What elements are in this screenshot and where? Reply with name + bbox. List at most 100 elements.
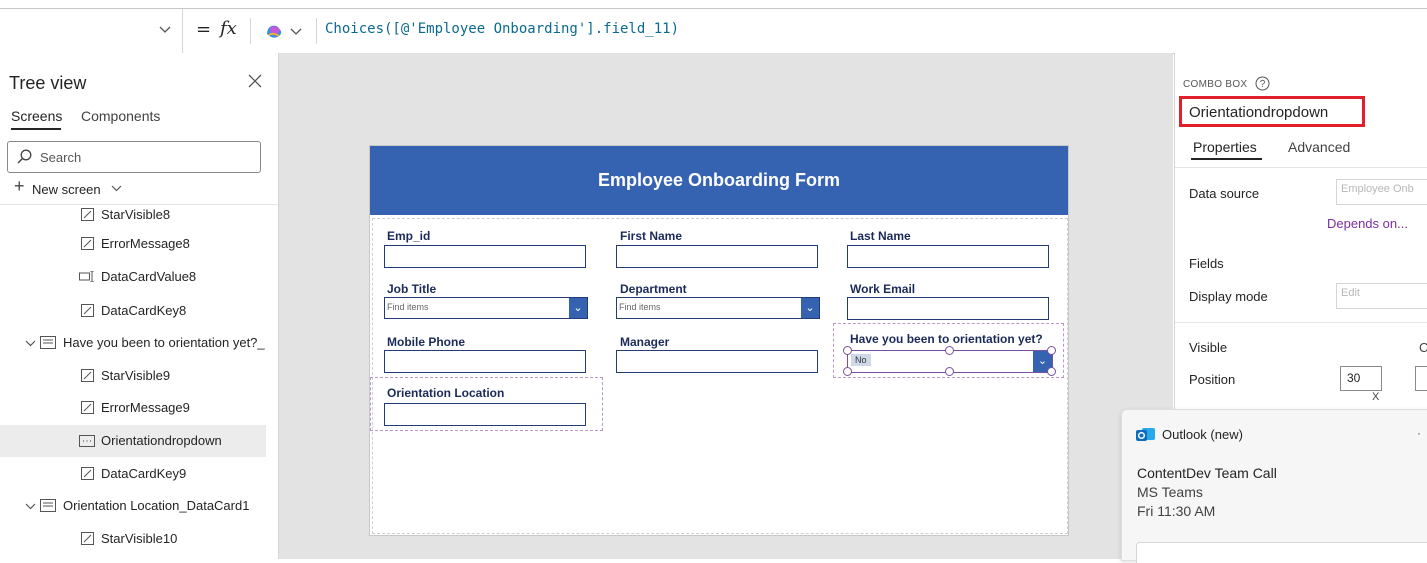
new-screen-label: New screen: [32, 182, 101, 197]
tree-item-datacardkey9[interactable]: DataCardKey9: [0, 458, 266, 490]
position-x-input[interactable]: 30: [1340, 366, 1382, 391]
control-name-box[interactable]: Orientationdropdown: [1179, 96, 1365, 127]
property-selector[interactable]: [0, 9, 183, 53]
tree-item-orientation-card[interactable]: Have you been to orientation yet?_: [0, 327, 266, 359]
resize-handle[interactable]: [945, 367, 954, 376]
orientation-location-input[interactable]: [384, 403, 586, 426]
formula-input[interactable]: Choices([@'Employee Onboarding'].field_1…: [325, 21, 679, 37]
last-name-input[interactable]: [847, 245, 1049, 268]
combobox-icon: [79, 435, 95, 447]
department-combobox[interactable]: Find items ⌄: [616, 297, 820, 319]
notification-time: Fri 11:30 AM: [1137, 503, 1216, 519]
plus-icon: +: [14, 176, 25, 196]
chevron-down-icon: [25, 340, 36, 347]
tree-item-label: DataCardKey8: [101, 303, 187, 318]
fields-label: Fields: [1189, 256, 1224, 271]
search-icon: [17, 149, 32, 164]
tree-item-starvisible9[interactable]: StarVisible9: [0, 360, 266, 392]
copilot-icon: [267, 25, 282, 38]
form-header: Employee Onboarding Form: [370, 146, 1068, 215]
visible-label: Visible: [1189, 340, 1228, 355]
notification-title: ContentDev Team Call: [1137, 465, 1277, 481]
employee-onboarding-form[interactable]: Employee Onboarding Form Emp_id First Na…: [369, 145, 1069, 536]
equals-sign: =: [196, 19, 212, 40]
copilot-button[interactable]: [262, 19, 312, 43]
tree-item-starvisible8[interactable]: StarVisible8: [0, 199, 266, 231]
resize-handle[interactable]: [843, 367, 852, 376]
outlook-notification[interactable]: Outlook (new) · ContentDev Team Call MS …: [1121, 409, 1427, 563]
tree-item-errormessage8[interactable]: ErrorMessage8: [0, 228, 266, 260]
tree-item-orientation-location-card[interactable]: Orientation Location_DataCard1: [0, 490, 266, 522]
tab-components[interactable]: Components: [81, 108, 160, 124]
display-mode-select[interactable]: Edit: [1336, 283, 1427, 309]
data-source-label: Data source: [1189, 186, 1260, 201]
manager-input[interactable]: [616, 350, 818, 373]
tree-item-starvisible10[interactable]: StarVisible10: [0, 523, 266, 555]
tree-item-label: DataCardValue8: [101, 269, 197, 284]
edit-icon: [81, 369, 94, 382]
tree-item-errormessage9[interactable]: ErrorMessage9: [0, 392, 266, 424]
visible-toggle[interactable]: C: [1419, 340, 1427, 355]
display-mode-label: Display mode: [1189, 289, 1268, 304]
design-canvas[interactable]: Employee Onboarding Form Emp_id First Na…: [279, 53, 1173, 559]
tree-item-label: DataCardKey9: [101, 466, 187, 481]
first-name-label: First Name: [620, 229, 683, 243]
job-title-combobox[interactable]: Find items ⌄: [384, 297, 588, 319]
formula-bar: = fx Choices([@'Employee Onboarding'].fi…: [0, 8, 1427, 54]
tree-search-input[interactable]: Search: [7, 141, 261, 173]
work-email-input[interactable]: [847, 297, 1049, 320]
resize-handle[interactable]: [1047, 346, 1056, 355]
x-axis-label: X: [1372, 391, 1380, 403]
last-name-label: Last Name: [850, 229, 911, 243]
svg-text:?: ?: [1260, 79, 1266, 90]
emp-id-label: Emp_id: [387, 229, 431, 243]
display-mode-value: Edit: [1341, 287, 1360, 299]
text-input-icon: [79, 271, 94, 282]
help-icon[interactable]: ?: [1255, 76, 1270, 91]
data-source-value: Employee Onb: [1341, 183, 1414, 195]
first-name-input[interactable]: [616, 245, 818, 268]
tab-advanced[interactable]: Advanced: [1288, 139, 1350, 155]
form-title: Employee Onboarding Form: [597, 170, 841, 190]
position-y-input[interactable]: [1415, 366, 1427, 391]
new-screen-button[interactable]: + New screen: [14, 176, 134, 199]
depends-on-link[interactable]: Depends on...: [1327, 216, 1408, 231]
tree-item-datacardvalue8[interactable]: DataCardValue8: [0, 261, 266, 293]
tree-view-title: Tree view: [9, 73, 87, 93]
control-name: Orientationdropdown: [1189, 104, 1329, 121]
emp-id-input[interactable]: [384, 245, 586, 268]
chevron-down-icon[interactable]: ⌄: [569, 298, 587, 318]
control-type-label: COMBO BOX: [1183, 79, 1248, 90]
tree-item-datacardkey8[interactable]: DataCardKey8: [0, 295, 266, 327]
more-icon[interactable]: ·: [1417, 426, 1421, 440]
resize-handle[interactable]: [945, 346, 954, 355]
combo-placeholder: Find items: [619, 302, 661, 312]
tab-properties[interactable]: Properties: [1193, 139, 1257, 155]
tab-active-indicator: [1191, 158, 1262, 160]
resize-handle[interactable]: [843, 346, 852, 355]
mobile-phone-input[interactable]: [384, 350, 586, 373]
edit-icon: [81, 208, 94, 221]
tree-item-label: Have you been to orientation yet?_: [63, 335, 265, 350]
notification-action[interactable]: [1136, 542, 1427, 563]
resize-handle[interactable]: [1047, 367, 1056, 376]
card-icon: [40, 499, 56, 512]
selected-value-chip[interactable]: No: [851, 354, 871, 366]
tree-item-label: ErrorMessage8: [101, 236, 190, 251]
edit-icon: [81, 467, 94, 480]
position-label: Position: [1189, 372, 1236, 387]
edit-icon: [81, 401, 94, 414]
tree-item-orientationdropdown[interactable]: Orientationdropdown: [0, 425, 266, 457]
department-label: Department: [620, 282, 687, 296]
tree-item-label: StarVisible9: [101, 368, 171, 383]
position-x-value: 30: [1347, 371, 1361, 385]
chevron-down-icon[interactable]: ⌄: [801, 298, 819, 318]
tab-screens[interactable]: Screens: [11, 108, 62, 124]
tree-item-label: StarVisible8: [101, 207, 171, 222]
orientation-label: Have you been to orientation yet?: [850, 332, 1043, 346]
data-source-input[interactable]: Employee Onb: [1336, 179, 1427, 205]
combo-placeholder: Find items: [387, 302, 429, 312]
close-icon[interactable]: [248, 74, 262, 88]
tree-item-label: Orientation Location_DataCard1: [63, 498, 250, 513]
orientation-location-label: Orientation Location: [387, 386, 505, 400]
